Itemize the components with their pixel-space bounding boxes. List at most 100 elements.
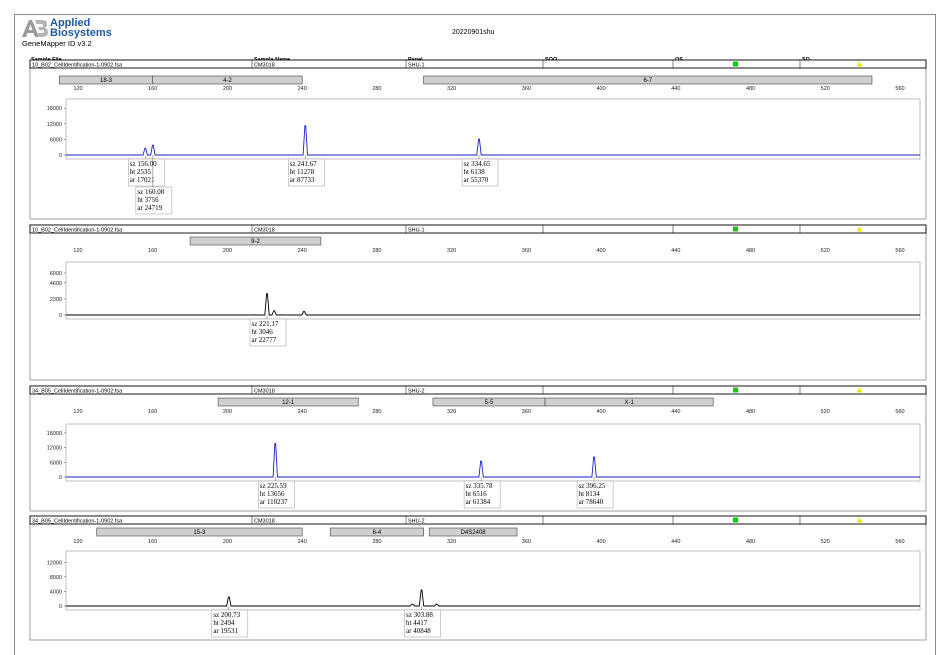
trace-line [66,589,920,607]
allele-bin-label: 15-3 [193,530,206,536]
peak-height: ht 2535 [130,168,152,176]
x-tick-label: 280 [372,248,381,254]
sample-panel-2: 10_B02_CellIdentification-1-0902.fsa CM30… [29,224,927,381]
y-tick-label: 18000 [47,431,62,437]
sample-file-name: 34_B05_CellIdentification-1-0902.fsa [32,519,123,525]
peak-area: ar 24719 [137,204,162,212]
x-tick-label: 200 [223,248,232,254]
allele-bin-label: 6-7 [643,78,652,84]
sample-panel-3: 34_B05_CellIdentification-1-0902.fsa CM30… [29,385,927,512]
sample-name: CM3018 [254,519,275,525]
sample-name: CM3018 [254,228,275,234]
x-tick-label: 520 [821,248,830,254]
allele-bin-label: 9-2 [251,239,260,245]
x-tick-label: 400 [596,248,605,254]
x-tick-label: 320 [447,539,456,545]
y-tick-label: 6000 [50,137,62,143]
y-tick-label: 4600 [50,281,62,287]
x-tick-label: 480 [746,539,755,545]
x-tick-label: 120 [73,539,82,545]
peak-height: ht 6138 [464,168,486,176]
x-tick-label: 440 [671,539,680,545]
trace-line [66,125,920,156]
peak-size: sz 200.73 [213,611,240,619]
panel-frame [29,224,927,381]
peak-height: ht 13656 [260,490,285,498]
y-tick-label: 18000 [47,106,62,112]
x-tick-label: 160 [148,539,157,545]
x-tick-label: 440 [671,409,680,415]
allele-bin-label: 12-1 [282,400,295,406]
plot-area [65,423,921,482]
plot-area [65,550,921,611]
allele-bin-label: D4S2408 [461,530,487,536]
x-tick-label: 120 [73,86,82,92]
x-tick-label: 200 [223,539,232,545]
x-tick-label: 280 [372,86,381,92]
peak-area: ar 110237 [260,498,288,506]
y-tick-label: 0 [59,475,62,481]
x-tick-label: 560 [895,539,904,545]
x-tick-label: 320 [447,86,456,92]
x-tick-label: 160 [148,248,157,254]
peak-area: ar 61384 [466,498,491,506]
x-tick-label: 240 [298,409,307,415]
x-tick-label: 400 [596,539,605,545]
x-tick-label: 280 [372,409,381,415]
x-tick-label: 520 [821,409,830,415]
x-tick-label: 440 [671,248,680,254]
peak-area: ar 40848 [406,627,431,635]
x-tick-label: 560 [895,86,904,92]
y-tick-label: 12000 [47,446,62,452]
panel-header-row [29,385,927,395]
x-tick-label: 120 [73,248,82,254]
os-quality-flag [733,387,738,393]
y-tick-label: 8000 [50,575,62,581]
y-tick-label: 0 [59,604,62,610]
sample-panel-1: 10_B02_CellIdentification-1-0902.fsa CM30… [29,59,927,220]
y-tick-label: 12000 [47,122,62,128]
os-quality-flag [733,517,738,523]
trace-line [66,293,920,316]
x-tick-label: 280 [372,539,381,545]
panel-header-row [29,515,927,525]
x-tick-label: 560 [895,409,904,415]
peak-area: ar 17021 [130,176,155,184]
y-tick-label: 4000 [50,589,62,595]
x-tick-label: 200 [223,86,232,92]
x-tick-label: 360 [522,409,531,415]
peak-height: ht 3046 [252,328,274,336]
x-tick-label: 240 [298,539,307,545]
peak-height: ht 11278 [290,168,315,176]
peak-area: ar 87733 [290,176,315,184]
y-tick-label: 6000 [50,460,62,466]
x-tick-label: 480 [746,248,755,254]
peak-size: sz 334.65 [464,160,491,168]
x-tick-label: 160 [148,86,157,92]
x-tick-label: 360 [522,248,531,254]
x-tick-label: 440 [671,86,680,92]
peak-height: ht 6516 [466,490,488,498]
sample-file-name: 10_B02_CellIdentification-1-0902.fsa [32,228,123,234]
allele-bin-label: X-1 [624,400,634,406]
trace-line [66,443,920,478]
plot-area [65,261,921,320]
y-tick-label: 12000 [47,560,62,566]
peak-area: ar 78640 [579,498,604,506]
x-tick-label: 120 [73,409,82,415]
os-quality-flag [733,61,738,67]
x-tick-label: 480 [746,86,755,92]
x-tick-label: 240 [298,86,307,92]
panel-name: SHU-2 [408,389,425,395]
y-tick-label: 6000 [50,271,62,277]
y-tick-label: 2300 [50,297,62,303]
sample-name: CM3018 [254,63,275,69]
os-quality-flag [733,226,738,232]
peak-size: sz 241.67 [290,160,317,168]
peak-height: ht 4417 [406,619,428,627]
sample-file-name: 10_B02_CellIdentification-1-0902.fsa [32,63,123,69]
x-tick-label: 520 [821,86,830,92]
panel-header-row [29,224,927,234]
peak-size: sz 221.17 [252,320,279,328]
x-tick-label: 320 [447,409,456,415]
